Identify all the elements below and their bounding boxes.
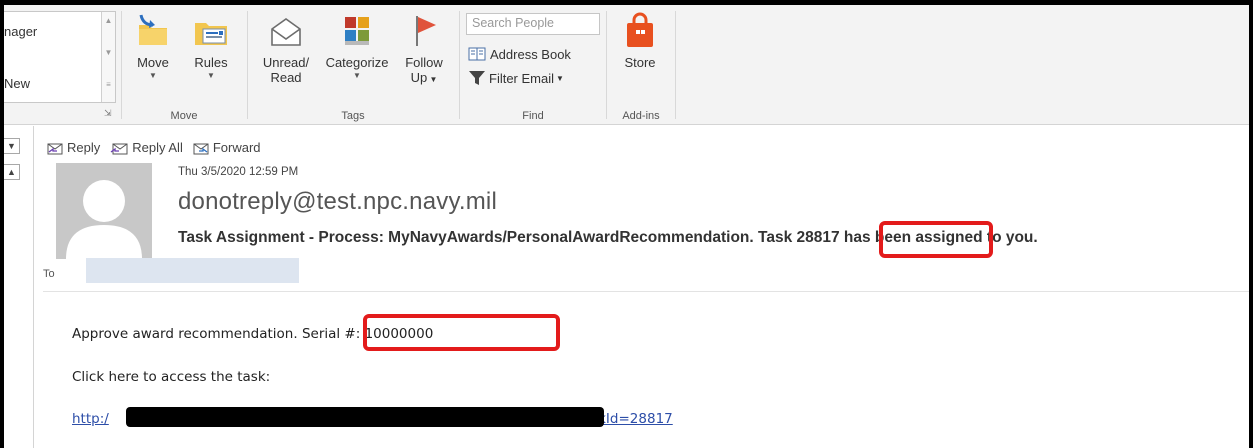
chevron-down-icon: ▼ xyxy=(427,75,438,84)
address-book-icon xyxy=(468,47,486,61)
dialog-launcher-icon[interactable]: ⇲ xyxy=(104,108,112,119)
categorize-label: Categorize xyxy=(325,55,389,70)
scroll-up-icon[interactable]: ▲ xyxy=(4,164,20,180)
move-button[interactable]: Move ▼ xyxy=(130,11,176,82)
message-actions: Reply Reply All Forward xyxy=(47,140,261,155)
quick-steps-gallery[interactable]: nager New ▲ ▼ ≡ xyxy=(4,11,116,103)
move-group-label: Move xyxy=(170,110,198,122)
header-divider xyxy=(43,291,1249,292)
unread-label-line2: Read xyxy=(270,70,302,85)
quick-steps-scrollbar[interactable]: ▲ ▼ ≡ xyxy=(101,12,115,102)
filter-email-label: Filter Email xyxy=(489,70,555,86)
message-list-pane: ▼ ▲ xyxy=(4,126,34,448)
envelope-icon xyxy=(266,11,306,51)
rules-label: Rules xyxy=(194,55,228,70)
forward-icon xyxy=(193,141,209,155)
scroll-up-icon[interactable]: ▲ xyxy=(104,16,113,25)
reply-all-button[interactable]: Reply All xyxy=(110,140,183,155)
body-line-click-here: Click here to access the task: xyxy=(72,369,271,385)
move-group: Move ▼ Rules ▼ Move xyxy=(122,5,246,125)
store-icon xyxy=(620,11,660,51)
screenshot-frame: nager New ▲ ▼ ≡ ⇲ Move ▼ Rules ▼ Move Un… xyxy=(0,0,1253,448)
avatar xyxy=(56,163,152,259)
forward-button[interactable]: Forward xyxy=(193,140,261,155)
addins-group-label: Add-ins xyxy=(622,110,660,122)
categorize-icon xyxy=(337,11,377,51)
find-group: Search People Address Book Filter Email ▼… xyxy=(460,5,606,125)
addins-group: Store Add-ins xyxy=(607,5,675,125)
store-button[interactable]: Store xyxy=(615,11,665,70)
unread-read-button[interactable]: Unread/ Read xyxy=(256,11,316,85)
recipient-field-redacted xyxy=(86,258,299,283)
group-divider xyxy=(675,11,676,119)
task-number-callout xyxy=(879,221,993,258)
chevron-down-icon: ▼ xyxy=(353,71,361,80)
address-book-label: Address Book xyxy=(490,46,571,62)
avatar-icon xyxy=(66,180,142,259)
tags-group: Unread/ Read Categorize ▼ Follow Up ▼ Ta… xyxy=(248,5,458,125)
filter-email-button[interactable]: Filter Email ▼ xyxy=(468,67,564,89)
follow-up-flag-icon xyxy=(404,11,444,51)
quick-step-item[interactable]: New xyxy=(4,76,30,91)
message-date: Thu 3/5/2020 12:59 PM xyxy=(178,166,299,178)
move-folder-icon xyxy=(133,11,173,51)
reply-label: Reply xyxy=(67,140,101,155)
reading-pane: Reply Reply All Forward Thu 3/5/2020 12:… xyxy=(35,126,1249,448)
to-label: To xyxy=(43,268,55,280)
subject-prefix: Task Assignment - Process: MyNavyAwards/… xyxy=(178,229,754,246)
subject-task-number: Task 28817 xyxy=(758,229,840,246)
approve-text: Approve award recommendation. xyxy=(72,326,298,342)
forward-label: Forward xyxy=(212,140,261,155)
reply-all-icon xyxy=(110,141,128,155)
rules-button[interactable]: Rules ▼ xyxy=(188,11,234,82)
chevron-down-icon: ▼ xyxy=(556,73,564,83)
quick-step-item[interactable]: nager xyxy=(4,24,37,39)
categorize-button[interactable]: Categorize ▼ xyxy=(320,11,394,82)
follow-up-button[interactable]: Follow Up ▼ xyxy=(398,11,450,87)
task-link-start[interactable]: http:/ xyxy=(72,411,109,427)
find-group-label: Find xyxy=(522,110,544,122)
reply-button[interactable]: Reply xyxy=(47,140,100,155)
store-label: Store xyxy=(624,55,656,70)
chevron-down-icon[interactable]: ▼ xyxy=(4,138,20,154)
reply-icon xyxy=(47,141,63,155)
unread-label-line1: Unread/ xyxy=(262,55,310,70)
sender-address[interactable]: donotreply@test.npc.navy.mil xyxy=(178,188,497,216)
tags-group-label: Tags xyxy=(341,110,365,122)
reply-all-label: Reply All xyxy=(132,140,183,155)
chevron-down-icon: ▼ xyxy=(207,71,215,80)
outlook-window: nager New ▲ ▼ ≡ ⇲ Move ▼ Rules ▼ Move Un… xyxy=(4,5,1249,448)
address-book-button[interactable]: Address Book xyxy=(468,43,571,65)
expand-gallery-icon[interactable]: ≡ xyxy=(104,80,113,89)
serial-number-callout xyxy=(363,314,560,351)
follow-label-line2: Up xyxy=(410,70,428,85)
chevron-down-icon: ▼ xyxy=(149,71,157,80)
redaction-bar xyxy=(126,407,604,427)
filter-icon xyxy=(468,70,486,86)
move-label: Move xyxy=(137,55,169,70)
follow-label-line1: Follow xyxy=(405,55,443,70)
ribbon: nager New ▲ ▼ ≡ ⇲ Move ▼ Rules ▼ Move Un… xyxy=(4,5,1249,125)
rules-icon xyxy=(191,11,231,51)
scroll-down-icon[interactable]: ▼ xyxy=(104,48,113,57)
search-people-input[interactable]: Search People xyxy=(466,13,600,35)
